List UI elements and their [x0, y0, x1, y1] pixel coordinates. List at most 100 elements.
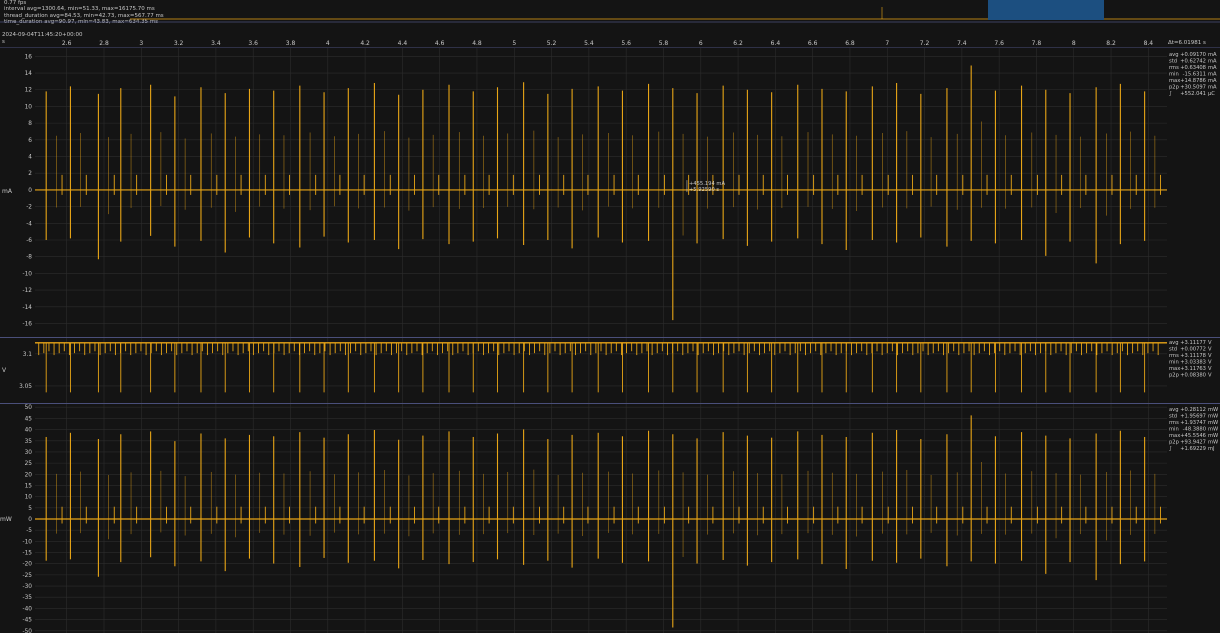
stat-label: p2p	[1169, 440, 1180, 446]
stat-label: min	[1169, 72, 1179, 78]
cursor-time: +5.92590 s	[689, 187, 719, 193]
stat-unit: V	[1208, 373, 1212, 379]
x-tick-label: 5.2	[547, 40, 557, 47]
y-tick-label: -16	[23, 321, 33, 327]
x-tick-label: 7.6	[994, 40, 1004, 47]
y-tick-label: 8	[28, 121, 32, 127]
stat-value: -48.3880	[1183, 427, 1206, 433]
y-tick-label: -14	[23, 305, 33, 311]
stat-unit: mJ	[1208, 446, 1215, 452]
y-tick-label: 2	[28, 171, 32, 177]
stat-unit: mA	[1208, 72, 1217, 78]
y-tick-label: -4	[26, 221, 32, 227]
y-tick-label: 35	[25, 439, 33, 445]
stat-unit: mW	[1208, 420, 1218, 426]
y-tick-label: 16	[25, 54, 33, 60]
y-tick-label: -10	[23, 539, 33, 545]
stat-label: max	[1169, 78, 1180, 84]
stat-unit: V	[1208, 340, 1212, 346]
stat-value: +1.95697	[1180, 414, 1206, 420]
x-tick-label: 3.8	[286, 40, 296, 47]
x-tick-label: 2.6	[62, 40, 72, 47]
cursor-annotation[interactable]: +455.194 mA +5.92590 s	[689, 181, 726, 193]
stat-unit: mA	[1208, 52, 1217, 58]
y-tick-label: 40	[25, 428, 33, 434]
x-tick-label: 7.4	[957, 40, 967, 47]
stat-unit: mA	[1208, 85, 1217, 91]
x-tick-label: 3	[139, 40, 143, 47]
y-tick-label: 50	[25, 405, 33, 411]
y-tick-label: -6	[26, 238, 32, 244]
y-tick-label: 3.1	[23, 352, 33, 358]
y-tick-label: 10	[25, 495, 33, 501]
stat-label: avg	[1169, 52, 1179, 58]
x-tick-label: 5.4	[584, 40, 594, 47]
y-tick-label: -8	[26, 255, 32, 261]
y-axis-label: V	[2, 367, 7, 374]
stat-unit: mW	[1208, 440, 1218, 446]
y-tick-label: 0	[28, 188, 32, 194]
stat-label: ∫	[1169, 446, 1172, 452]
stat-unit: mA	[1208, 59, 1217, 65]
stat-value: +14.8786	[1180, 78, 1206, 84]
stat-label: max	[1169, 366, 1180, 372]
stat-label: p2p	[1169, 85, 1180, 91]
x-tick-label: 7.8	[1032, 40, 1042, 47]
y-tick-label: -45	[23, 618, 33, 624]
stat-unit: µC	[1208, 91, 1215, 97]
y-tick-label: -30	[23, 584, 33, 590]
stat-label: avg	[1169, 407, 1179, 413]
y-tick-label: 25	[25, 461, 33, 467]
stat-value: +1.69229	[1180, 446, 1206, 452]
x-tick-label: 4.8	[472, 40, 482, 47]
y-tick-label: 3.05	[19, 384, 32, 390]
y-tick-label: 10	[25, 104, 33, 110]
y-tick-label: -15	[23, 551, 33, 557]
y-tick-label: 4	[28, 155, 32, 161]
stat-value: -15.6311	[1183, 72, 1206, 78]
x-tick-label: 4.6	[435, 40, 445, 47]
y-tick-label: 14	[25, 71, 33, 77]
y-tick-label: -50	[23, 629, 33, 633]
stat-unit: mW	[1208, 414, 1218, 420]
x-tick-label: 4.4	[398, 40, 408, 47]
x-tick-label: 6.4	[771, 40, 781, 47]
y-tick-label: -12	[23, 288, 33, 294]
y-tick-label: -5	[26, 528, 32, 534]
x-tick-label: 6.2	[733, 40, 743, 47]
stat-unit: V	[1208, 360, 1212, 366]
x-tick-label: 4	[326, 40, 330, 47]
stat-value: +1.93747	[1180, 420, 1206, 426]
y-tick-label: -20	[23, 562, 33, 568]
stat-label: std	[1169, 347, 1177, 353]
stat-label: rms	[1169, 353, 1179, 359]
stat-unit: mW	[1208, 407, 1218, 413]
x-tick-label: 8	[1072, 40, 1076, 47]
stat-value: +0.09170	[1180, 52, 1206, 58]
y-tick-label: -2	[26, 205, 32, 211]
stat-label: rms	[1169, 420, 1179, 426]
stat-value: +30.5097	[1180, 85, 1206, 91]
stat-unit: V	[1208, 347, 1212, 353]
multimeter-chart[interactable]: 2.6 2.8 3 3.2 3.4 3.6 3.8 4 4.2 4.4 4.6 4.8 5 5.2 5.4 5…	[0, 0, 1220, 633]
stat-label: ∫	[1169, 91, 1172, 97]
stat-value: +0.00772	[1180, 347, 1206, 353]
stat-label: min	[1169, 360, 1179, 366]
y-axis-label: mA	[2, 188, 13, 195]
x-tick-label: 6	[699, 40, 703, 47]
stat-value: +45.5546	[1180, 433, 1206, 439]
overview-selection[interactable]	[988, 0, 1104, 20]
stat-unit: V	[1208, 353, 1212, 359]
x-tick-label: 6.6	[808, 40, 818, 47]
x-tick-label: 2.8	[99, 40, 109, 47]
stat-label: std	[1169, 414, 1177, 420]
x-tick-label: 5.8	[659, 40, 669, 47]
y-tick-label: 20	[25, 472, 33, 478]
x-tick-label: 3.2	[174, 40, 184, 47]
stat-value: +0.28112	[1180, 407, 1206, 413]
y-tick-label: 30	[25, 450, 33, 456]
y-tick-label: 5	[28, 506, 32, 512]
stat-unit: mW	[1208, 427, 1218, 433]
stat-label: rms	[1169, 65, 1179, 71]
x-tick-label: 4.2	[360, 40, 370, 47]
